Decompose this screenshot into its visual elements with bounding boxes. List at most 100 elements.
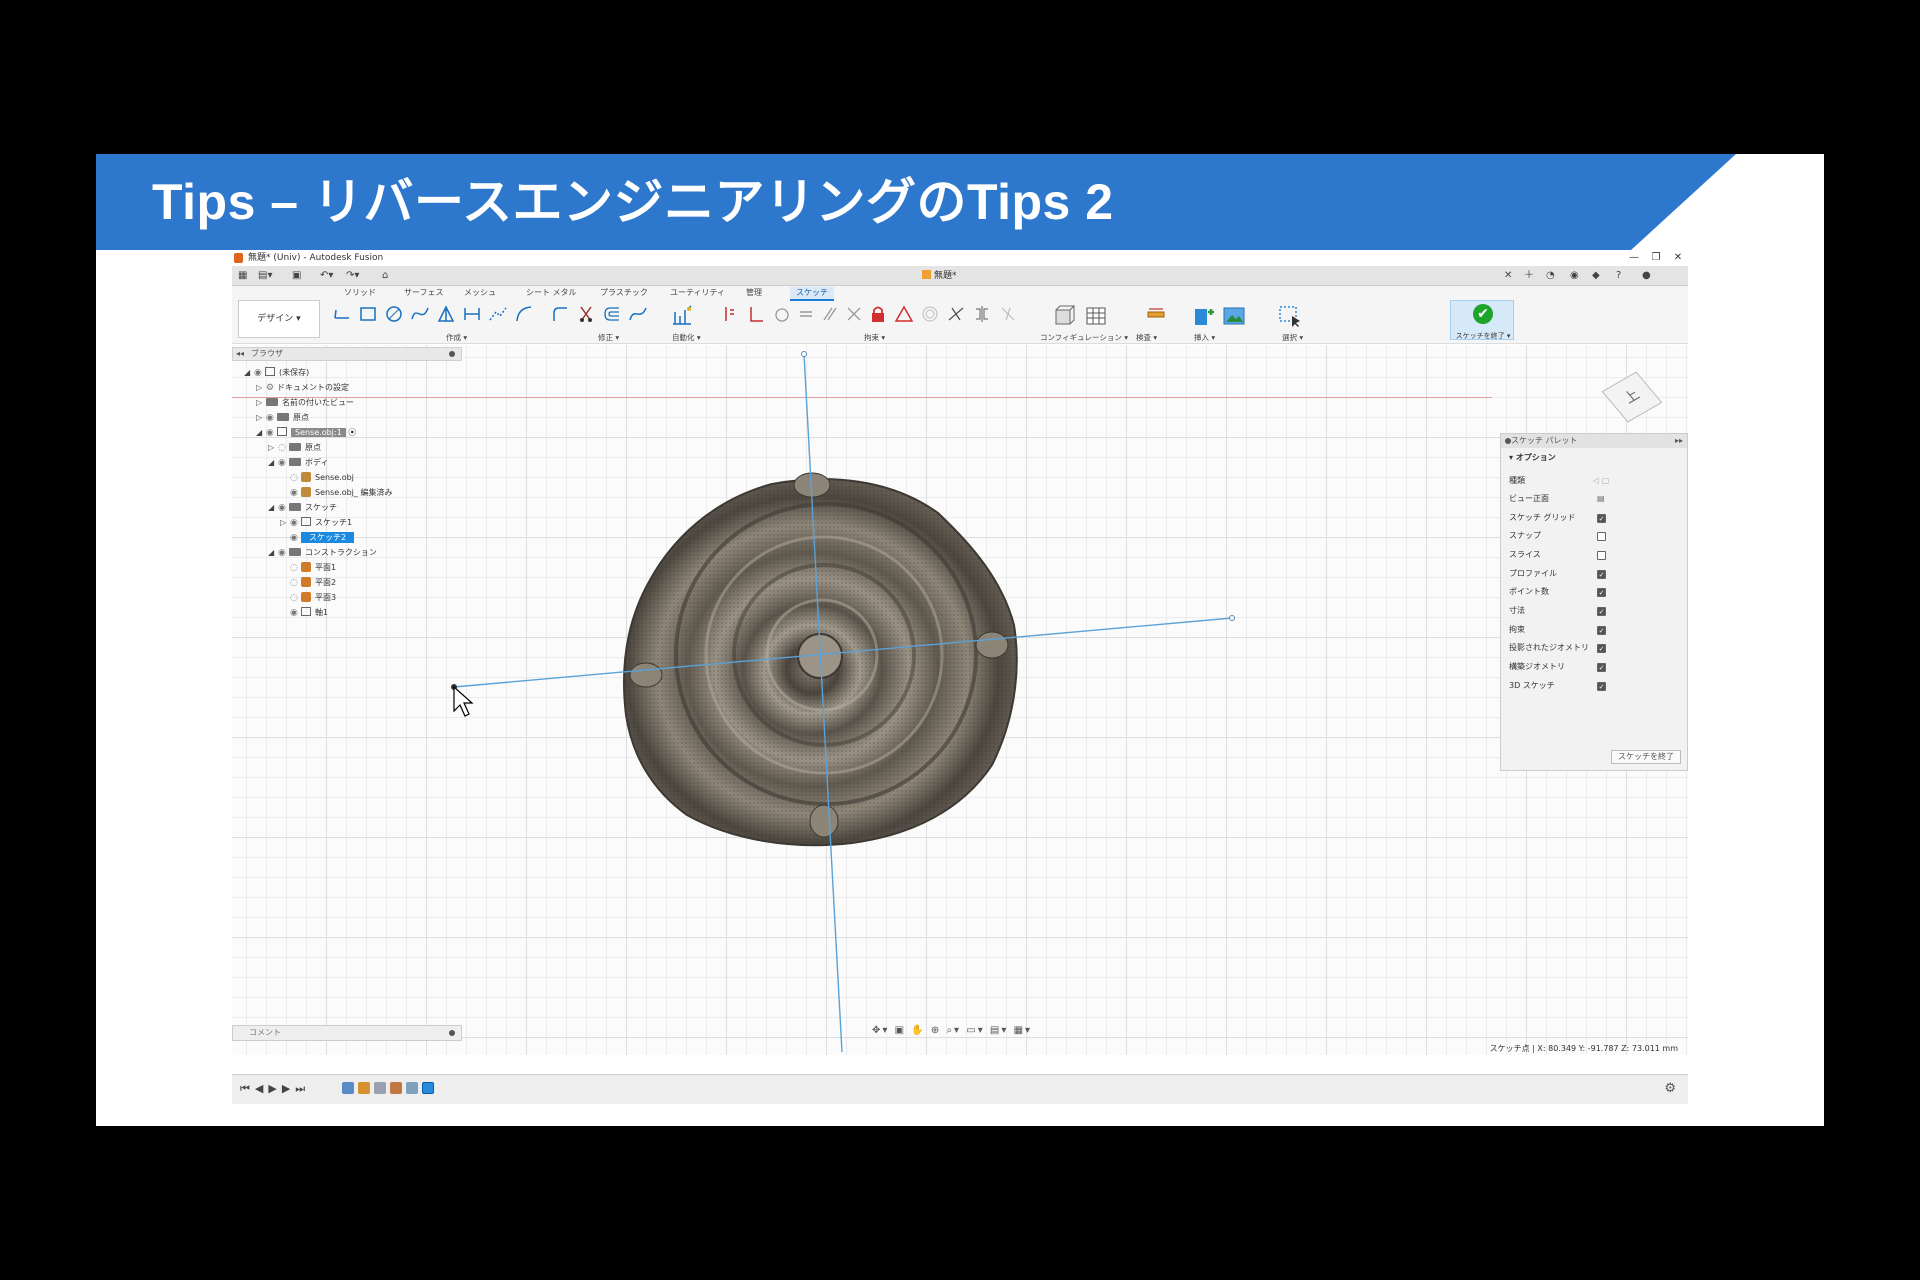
tree-node-named-views[interactable]: ▷ 名前の付いたビュー	[256, 395, 354, 410]
visibility-icon[interactable]: ◉	[278, 501, 289, 516]
timeline-feature-icon[interactable]	[374, 1082, 386, 1094]
sketch-point-right[interactable]	[1229, 615, 1235, 621]
activate-radio-icon[interactable]: ⦿	[346, 428, 356, 437]
comments-panel[interactable]: コメント	[232, 1025, 462, 1041]
document-tab[interactable]: 無題*	[922, 269, 957, 283]
dimension-tool-icon[interactable]	[462, 304, 482, 324]
pan-icon[interactable]: ✋	[911, 1025, 925, 1036]
tree-node-sketch1[interactable]: ▷ ◉ スケッチ1	[280, 515, 352, 530]
tree-node-doc-settings[interactable]: ▷ ⚙ ドキュメントの設定	[256, 380, 349, 395]
display-settings-icon[interactable]: ▭▾	[966, 1025, 984, 1036]
perpendicular-icon[interactable]	[746, 304, 766, 324]
visibility-icon[interactable]: ◉	[290, 486, 301, 501]
expand-arrow-icon[interactable]: ◢	[268, 500, 278, 515]
insert-derive-icon[interactable]	[1192, 304, 1216, 328]
tree-node-sketch2[interactable]: ◉ スケッチ2	[290, 530, 355, 545]
palette-pin-icon[interactable]	[1505, 438, 1511, 444]
look-at-icon[interactable]: ▤	[1597, 492, 1605, 506]
constraints-checkbox[interactable]: ✓	[1597, 626, 1606, 635]
group-inspect[interactable]: 検査 ▾	[1136, 332, 1157, 343]
tree-node-plane1[interactable]: ◌ 平面1	[290, 560, 336, 575]
new-tab-icon[interactable]: ＋	[1524, 269, 1534, 283]
extend-tool-icon[interactable]	[628, 304, 648, 324]
tree-node-sketches[interactable]: ◢ ◉ スケッチ	[268, 500, 337, 515]
tree-node-root[interactable]: ◢ ◉ (未保存)	[244, 365, 309, 380]
select-icon[interactable]	[1278, 304, 1302, 328]
timeline-feature-icon[interactable]	[422, 1082, 434, 1094]
expand-arrow-icon[interactable]: ▷	[268, 440, 278, 455]
projected-checkbox[interactable]: ✓	[1597, 644, 1606, 653]
visibility-icon[interactable]: ◌	[290, 576, 301, 591]
mesh-section-icon[interactable]	[488, 304, 508, 324]
tab-sheet-metal[interactable]: シート メタル	[526, 287, 577, 299]
timeline-feature-icon[interactable]	[406, 1082, 418, 1094]
insert-canvas-icon[interactable]	[1222, 304, 1246, 328]
slice-checkbox[interactable]	[1597, 551, 1606, 560]
expand-arrow-icon[interactable]: ◢	[268, 545, 278, 560]
automate-icon[interactable]	[670, 304, 694, 328]
tab-manage[interactable]: 管理	[746, 287, 762, 299]
sketch-point-top[interactable]	[801, 351, 807, 357]
midpoint-icon[interactable]	[946, 304, 966, 324]
visibility-icon[interactable]: ◉	[290, 606, 301, 621]
undo-icon[interactable]: ↶▾	[320, 269, 333, 283]
visibility-icon[interactable]: ◌	[290, 591, 301, 606]
group-modify[interactable]: 修正 ▾	[598, 332, 619, 343]
symmetry-icon[interactable]	[972, 304, 992, 324]
group-select[interactable]: 選択 ▾	[1282, 332, 1303, 343]
visibility-icon[interactable]: ◉	[266, 411, 277, 426]
group-create[interactable]: 作成 ▾	[446, 332, 467, 343]
lock-icon[interactable]	[868, 304, 888, 324]
panel-pin-icon[interactable]	[449, 1030, 455, 1036]
rectangle-tool-icon[interactable]	[358, 304, 378, 324]
curvature-icon[interactable]	[998, 304, 1018, 324]
dimensions-checkbox[interactable]: ✓	[1597, 607, 1606, 616]
visibility-icon[interactable]: ◌	[290, 471, 301, 486]
tree-node-component-origin[interactable]: ▷ ◌ 原点	[268, 440, 321, 455]
home-icon[interactable]: ⌂	[382, 269, 388, 283]
visibility-icon[interactable]: ◌	[290, 561, 301, 576]
tree-node-axis1[interactable]: ◉ 軸1	[290, 605, 328, 620]
tangent-icon[interactable]	[772, 304, 792, 324]
panel-pin-icon[interactable]	[449, 351, 455, 357]
palette-finish-button[interactable]: スケッチを終了	[1611, 750, 1681, 764]
tree-node-mesh-body[interactable]: ◌ Sense.obj	[290, 470, 354, 485]
tree-node-plane2[interactable]: ◌ 平面2	[290, 575, 336, 590]
tab-solid[interactable]: ソリッド	[344, 287, 376, 299]
look-at-icon[interactable]: ▣	[895, 1025, 906, 1036]
save-icon[interactable]: ▣	[292, 269, 301, 283]
tab-plastic[interactable]: プラスチック	[600, 287, 648, 299]
expand-arrow-icon[interactable]: ▷	[256, 395, 266, 410]
close-button[interactable]: ✕	[1668, 250, 1688, 266]
profile-checkbox[interactable]: ✓	[1597, 570, 1606, 579]
visibility-icon[interactable]: ◉	[254, 366, 265, 381]
close-tab-icon[interactable]: ✕	[1504, 269, 1512, 283]
zoom-window-icon[interactable]: ⌕▾	[946, 1025, 961, 1036]
group-configure[interactable]: コンフィギュレーション ▾	[1040, 332, 1128, 343]
equal-icon[interactable]	[796, 304, 816, 324]
notifications-icon[interactable]: ◆	[1592, 269, 1600, 283]
snap-checkbox[interactable]	[1597, 532, 1606, 541]
offset-tool-icon[interactable]	[602, 304, 622, 324]
arc-tool-icon[interactable]	[514, 304, 534, 324]
palette-header[interactable]: スケッチ パレット ▸▸	[1501, 434, 1687, 448]
expand-arrow-icon[interactable]: ◢	[244, 365, 254, 380]
minimize-button[interactable]: —	[1624, 250, 1644, 266]
zoom-icon[interactable]: ⊕	[931, 1025, 941, 1036]
tree-node-component[interactable]: ◢ ◉ Sense.obj:1 ⦿	[256, 425, 356, 440]
grid-checkbox[interactable]: ✓	[1597, 514, 1606, 523]
3d-sketch-checkbox[interactable]: ✓	[1597, 682, 1606, 691]
timeline-controls[interactable]: ⏮◀▶▶⏭	[240, 1082, 310, 1096]
concentric-icon[interactable]	[920, 304, 940, 324]
tab-sketch[interactable]: スケッチ	[790, 287, 834, 301]
coincident-icon[interactable]	[844, 304, 864, 324]
configuration-icon[interactable]	[1052, 304, 1076, 328]
group-constraints[interactable]: 拘束 ▾	[864, 332, 885, 343]
collapse-icon[interactable]: ◂◂	[236, 348, 244, 360]
tree-node-bodies[interactable]: ◢ ◉ ボディ	[268, 455, 328, 470]
avatar[interactable]: ●	[1642, 269, 1651, 283]
maximize-button[interactable]: ❐	[1646, 250, 1666, 266]
gear-icon[interactable]: ⚙	[1664, 1081, 1676, 1096]
finish-sketch-button[interactable]: ✔ スケッチを終了 ▾	[1450, 300, 1514, 340]
measure-icon[interactable]	[1146, 304, 1166, 324]
